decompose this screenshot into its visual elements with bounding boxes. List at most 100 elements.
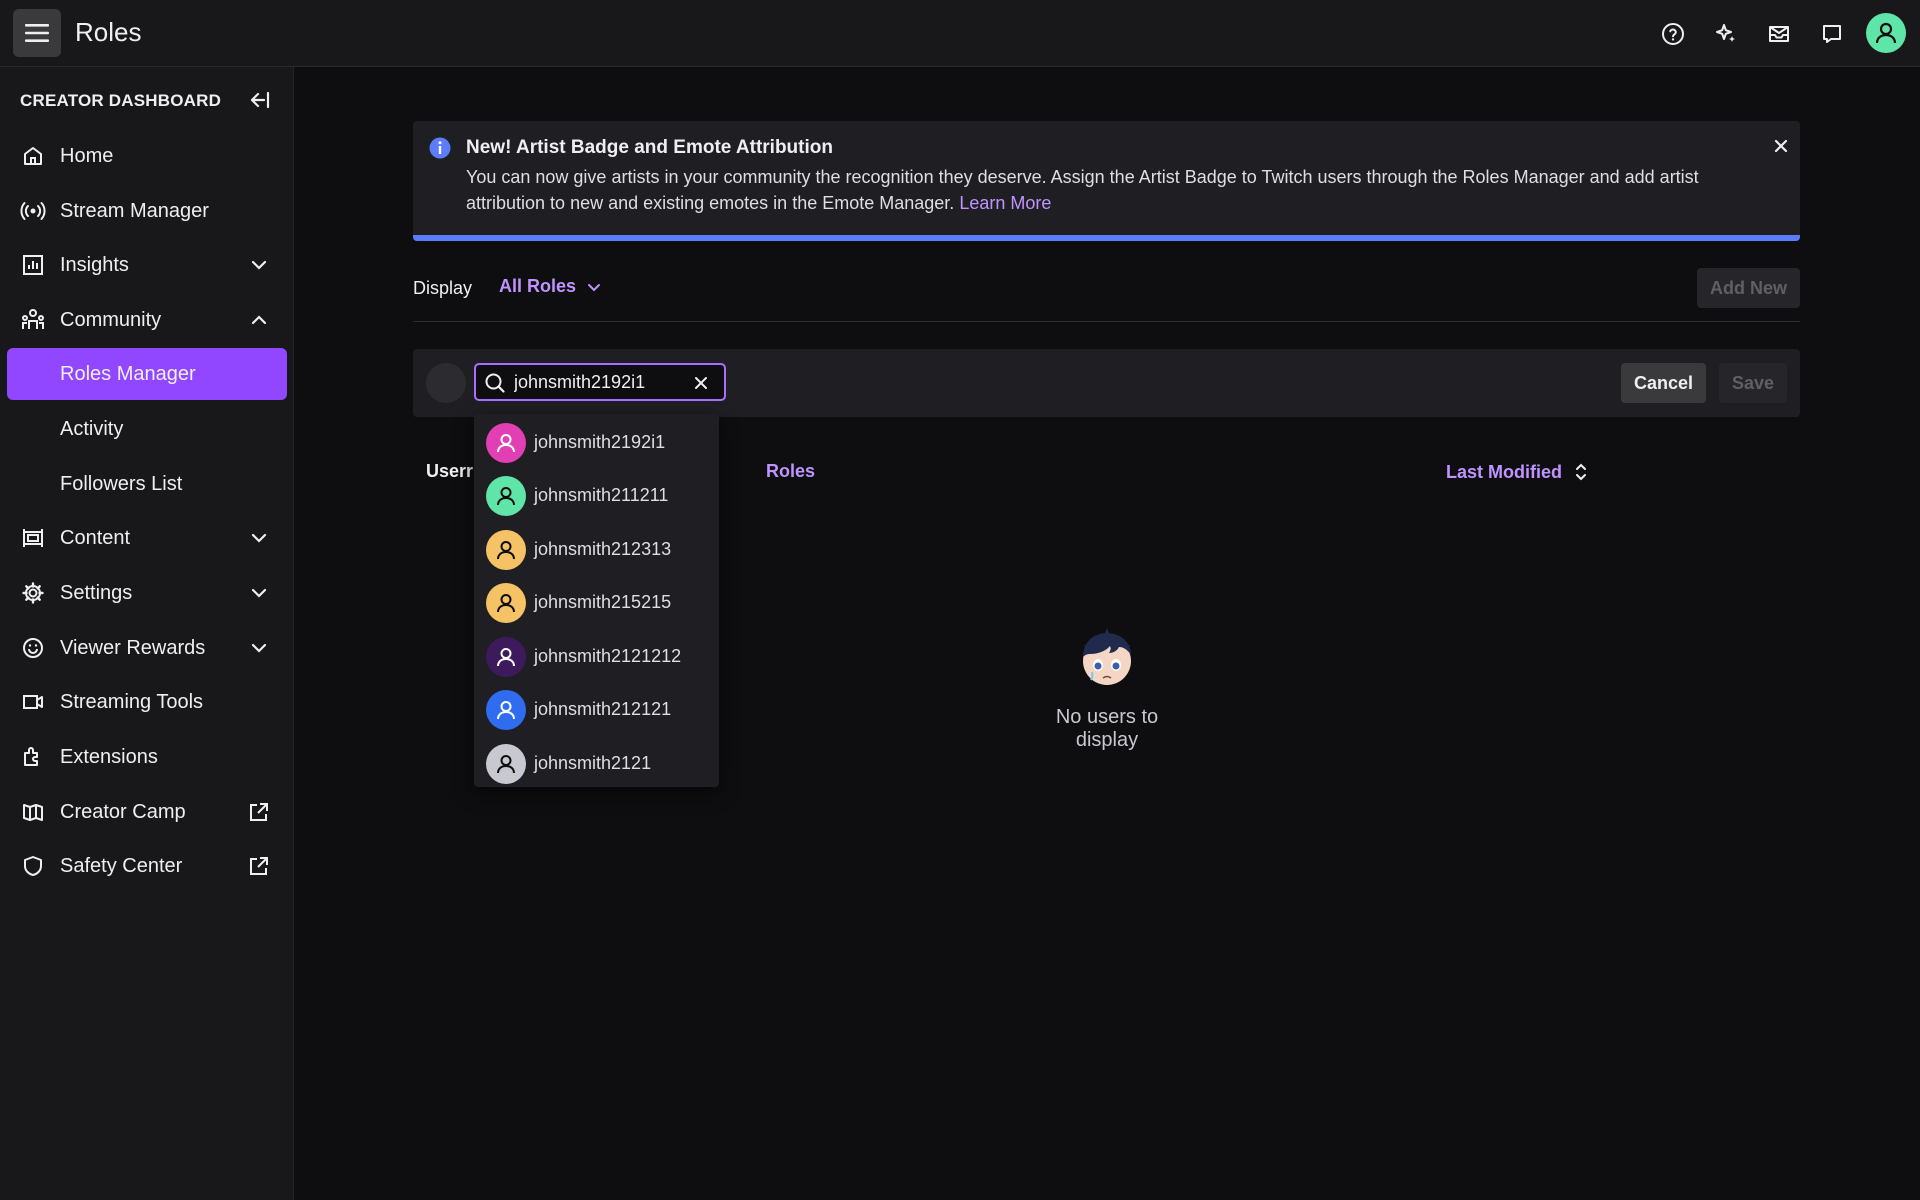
sidebar-item-streaming-tools[interactable]: Streaming Tools	[7, 676, 287, 728]
suggestion-item[interactable]: johnsmith2121212	[474, 630, 719, 683]
sidebar-item-stream-manager[interactable]: Stream Manager	[7, 185, 287, 237]
sidebar-header: CREATOR DASHBOARD	[20, 91, 222, 110]
avatar-placeholder	[426, 363, 466, 403]
suggestion-item[interactable]: johnsmith212121	[474, 683, 719, 736]
menu-button[interactable]	[13, 9, 61, 57]
suggestion-item[interactable]: johnsmith212313	[474, 523, 719, 576]
clear-search-button[interactable]	[690, 372, 712, 394]
roles-filter-dropdown[interactable]: All Roles	[499, 276, 604, 297]
rewards-icon	[20, 635, 46, 661]
sidebar-item-label: Activity	[60, 417, 124, 440]
sidebar-item-label: Content	[60, 526, 131, 549]
avatar	[486, 529, 526, 570]
user-suggestions-dropdown: johnsmith2192i1 johnsmith211211 johnsmit…	[474, 414, 719, 787]
external-link-icon	[247, 800, 271, 824]
search-icon	[484, 372, 506, 394]
chevron-down-icon	[247, 253, 271, 277]
inbox-icon	[1769, 26, 1789, 42]
user-icon	[497, 540, 515, 559]
user-icon	[1875, 22, 1897, 44]
external-link-icon	[247, 854, 271, 878]
banner-text: You can now give artists in your communi…	[466, 164, 1756, 216]
top-bar: Roles	[0, 0, 1920, 67]
suggestion-username: johnsmith2121212	[534, 646, 682, 666]
sidebar-item-settings[interactable]: Settings	[7, 567, 287, 619]
help-icon	[1662, 23, 1684, 45]
sidebar-item-label: Community	[60, 308, 162, 331]
sidebar-item-label: Followers List	[60, 472, 183, 495]
shield-icon	[20, 853, 46, 879]
content-icon	[20, 525, 46, 551]
inbox-button[interactable]	[1759, 14, 1799, 54]
extensions-icon	[20, 744, 46, 770]
user-icon	[497, 433, 515, 452]
sidebar: CREATOR DASHBOARD Home Stream Manager In…	[0, 67, 294, 1200]
suggestion-username: johnsmith211211	[534, 485, 669, 505]
save-button[interactable]: Save	[1719, 363, 1787, 403]
suggestion-username: johnsmith2192i1	[534, 432, 666, 452]
sidebar-item-safety-center[interactable]: Safety Center	[7, 840, 287, 892]
suggestion-item[interactable]: johnsmith2192i1	[474, 416, 719, 469]
user-icon	[497, 754, 515, 773]
sidebar-item-label: Stream Manager	[60, 199, 209, 222]
help-button[interactable]	[1653, 14, 1693, 54]
sidebar-item-community[interactable]: Community	[7, 294, 287, 346]
sidebar-item-label: Streaming Tools	[60, 690, 204, 713]
search-input[interactable]	[514, 369, 684, 395]
sidebar-item-extensions[interactable]: Extensions	[7, 731, 287, 783]
suggestion-username: johnsmith2121	[534, 753, 652, 773]
info-icon	[428, 136, 452, 160]
sidebar-item-followers-list[interactable]: Followers List	[7, 458, 287, 510]
user-search-field[interactable]	[474, 363, 726, 401]
add-role-row: Cancel Save	[413, 349, 1800, 417]
learn-more-link[interactable]: Learn More	[959, 193, 1051, 213]
camera-icon	[20, 689, 46, 715]
add-new-button[interactable]: Add New	[1697, 268, 1800, 308]
avatar	[486, 636, 526, 677]
sidebar-item-activity[interactable]: Activity	[7, 403, 287, 455]
sidebar-item-roles-manager[interactable]: Roles Manager	[7, 348, 287, 400]
whispers-button[interactable]	[1812, 14, 1852, 54]
divider	[413, 321, 1800, 322]
collapse-sidebar-button[interactable]	[246, 86, 274, 114]
sparkle-button[interactable]	[1706, 14, 1746, 54]
collapse-icon	[250, 91, 270, 109]
avatar	[486, 422, 526, 463]
sort-icon	[1576, 463, 1586, 481]
sidebar-item-insights[interactable]: Insights	[7, 239, 287, 291]
banner-progress-bar	[413, 235, 1800, 241]
suggestion-username: johnsmith212313	[534, 539, 672, 559]
sidebar-item-viewer-rewards[interactable]: Viewer Rewards	[7, 622, 287, 674]
last-modified-label: Last Modified	[1446, 461, 1562, 482]
settings-icon	[20, 580, 46, 606]
cancel-button[interactable]: Cancel	[1621, 363, 1706, 403]
sidebar-item-label: Safety Center	[60, 854, 183, 877]
close-banner-button[interactable]	[1769, 134, 1793, 158]
sidebar-item-creator-camp[interactable]: Creator Camp	[7, 786, 287, 838]
sidebar-item-content[interactable]: Content	[7, 512, 287, 564]
column-header-roles[interactable]: Roles	[766, 461, 815, 482]
chevron-down-icon	[247, 636, 271, 660]
chevron-down-icon	[247, 581, 271, 605]
suggestion-item[interactable]: johnsmith2121	[474, 737, 719, 790]
user-icon	[497, 647, 515, 666]
sidebar-item-label: Creator Camp	[60, 800, 186, 823]
sidebar-item-home[interactable]: Home	[7, 130, 287, 182]
column-header-username[interactable]: Userr	[426, 461, 473, 482]
suggestion-item[interactable]: johnsmith215215	[474, 576, 719, 629]
suggestion-item[interactable]: johnsmith211211	[474, 469, 719, 522]
column-header-last-modified[interactable]: Last Modified	[1446, 461, 1590, 483]
close-icon	[695, 377, 707, 389]
user-icon	[497, 593, 515, 612]
sidebar-item-label: Insights	[60, 253, 129, 276]
sidebar-item-label: Viewer Rewards	[60, 636, 206, 659]
user-avatar[interactable]	[1866, 13, 1906, 53]
user-icon	[497, 486, 515, 505]
insights-icon	[20, 252, 46, 278]
hamburger-icon	[25, 24, 49, 42]
community-icon	[20, 307, 46, 333]
sidebar-item-label: Extensions	[60, 745, 158, 768]
chevron-down-icon	[247, 526, 271, 550]
suggestion-username: johnsmith215215	[534, 592, 672, 612]
chevron-down-icon	[588, 283, 601, 291]
